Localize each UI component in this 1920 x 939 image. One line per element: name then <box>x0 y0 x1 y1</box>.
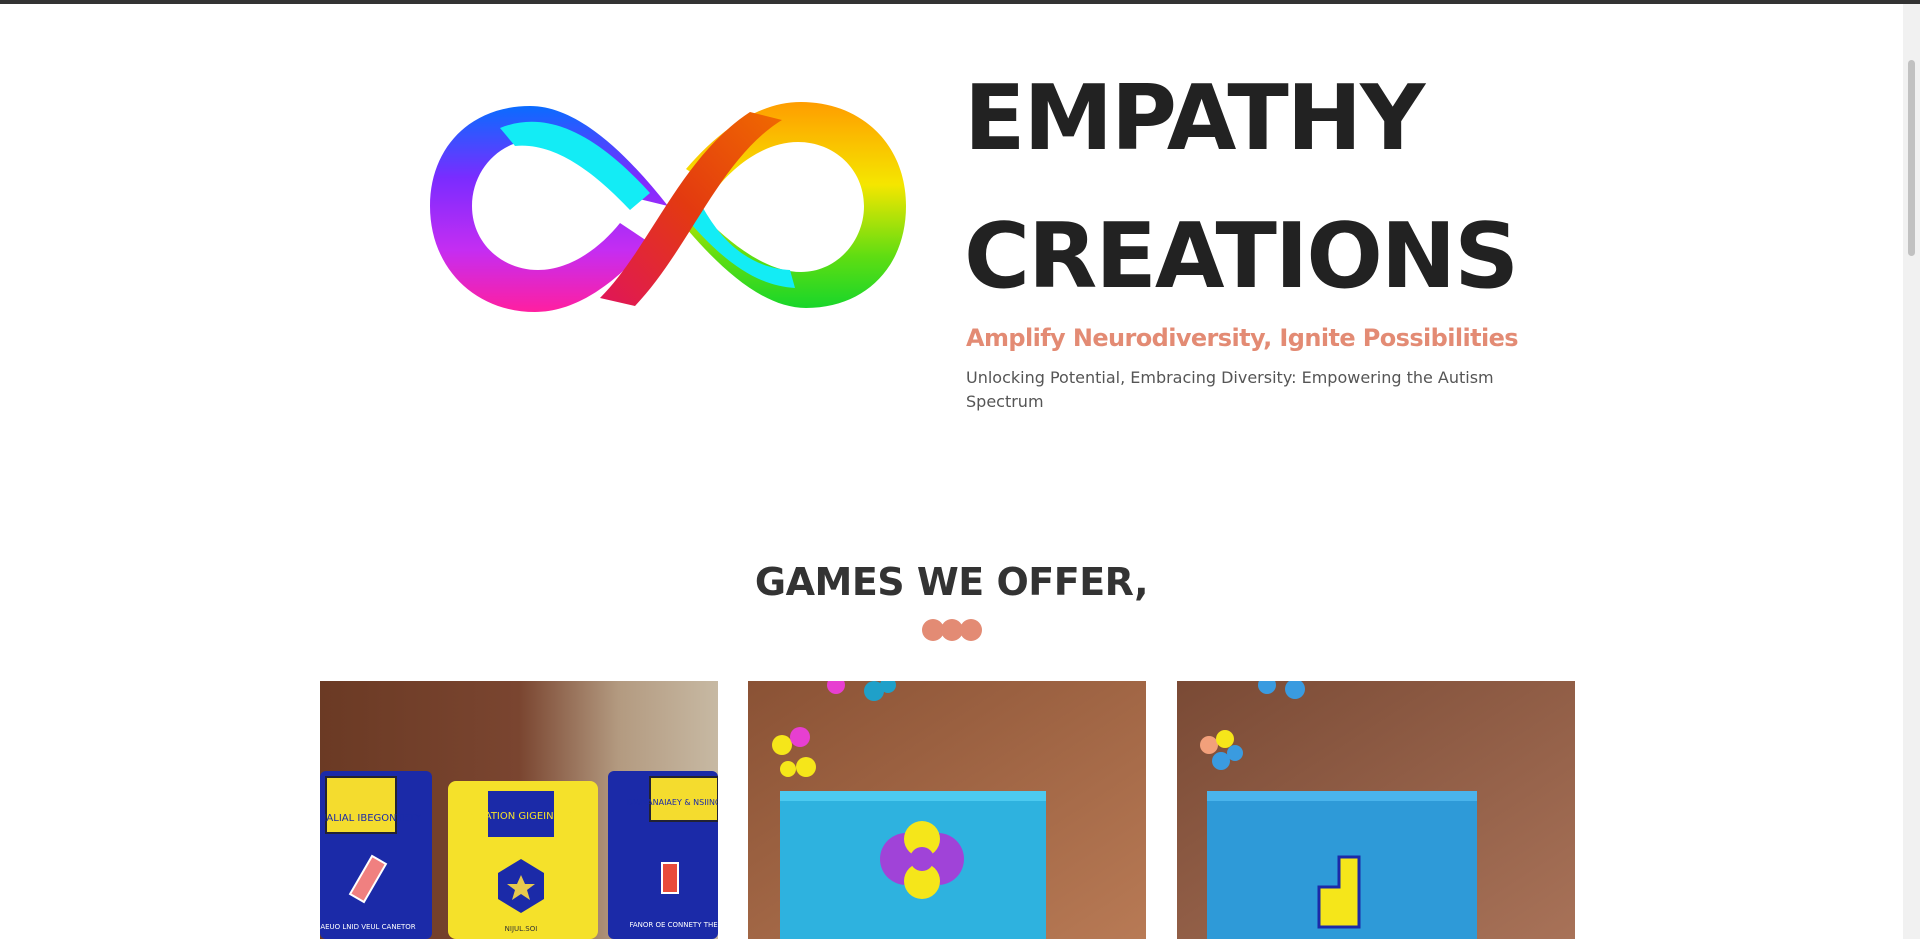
hero-tagline: Amplify Neurodiversity, Ignite Possibili… <box>966 324 1519 352</box>
hero-title-line-2: CREATIONS <box>964 204 1519 309</box>
divider-dot <box>960 619 982 641</box>
card-box-label-2: NLIATION GIGEINCES <box>469 811 574 822</box>
game-image-shape-box <box>1177 681 1575 939</box>
games-section-title: GAMES WE OFFER, <box>754 560 1149 604</box>
game-card-3[interactable] <box>1177 681 1575 939</box>
hero-description: Unlocking Potential, Embracing Diversity… <box>966 368 1494 411</box>
card-box-caption-2: NIJUL.SOI <box>505 925 538 933</box>
card-box-caption-3: FANOR OE CONNETY THE GAE <box>629 921 718 929</box>
hero-title-line-1: EMPATHY <box>964 66 1425 171</box>
infinity-logo <box>430 98 906 324</box>
game-card-1[interactable]: NNIAIALIAL IBEGONTETY NLIATION GIGEINCES… <box>320 681 718 939</box>
hero-title: EMPATHY CREATIONS <box>964 50 1519 326</box>
card-box-label-1: NNIAIALIAL IBEGONTETY <box>320 813 422 824</box>
infinity-logo-graphic <box>430 102 906 312</box>
page-scrollbar[interactable] <box>1903 4 1920 939</box>
section-divider-dots <box>922 619 982 641</box>
card-box-caption-1: AEUO LNID VEUL CANETOR <box>320 923 415 931</box>
game-image-card-boxes: NNIAIALIAL IBEGONTETY NLIATION GIGEINCES… <box>320 681 718 939</box>
game-card-2[interactable] <box>748 681 1146 939</box>
game-image-puzzle-box <box>748 681 1146 939</box>
top-border <box>0 0 1920 4</box>
scrollbar-thumb[interactable] <box>1908 60 1915 256</box>
card-box-label-3: DWNANAIAEY & NSIINOSSSL <box>627 798 718 807</box>
